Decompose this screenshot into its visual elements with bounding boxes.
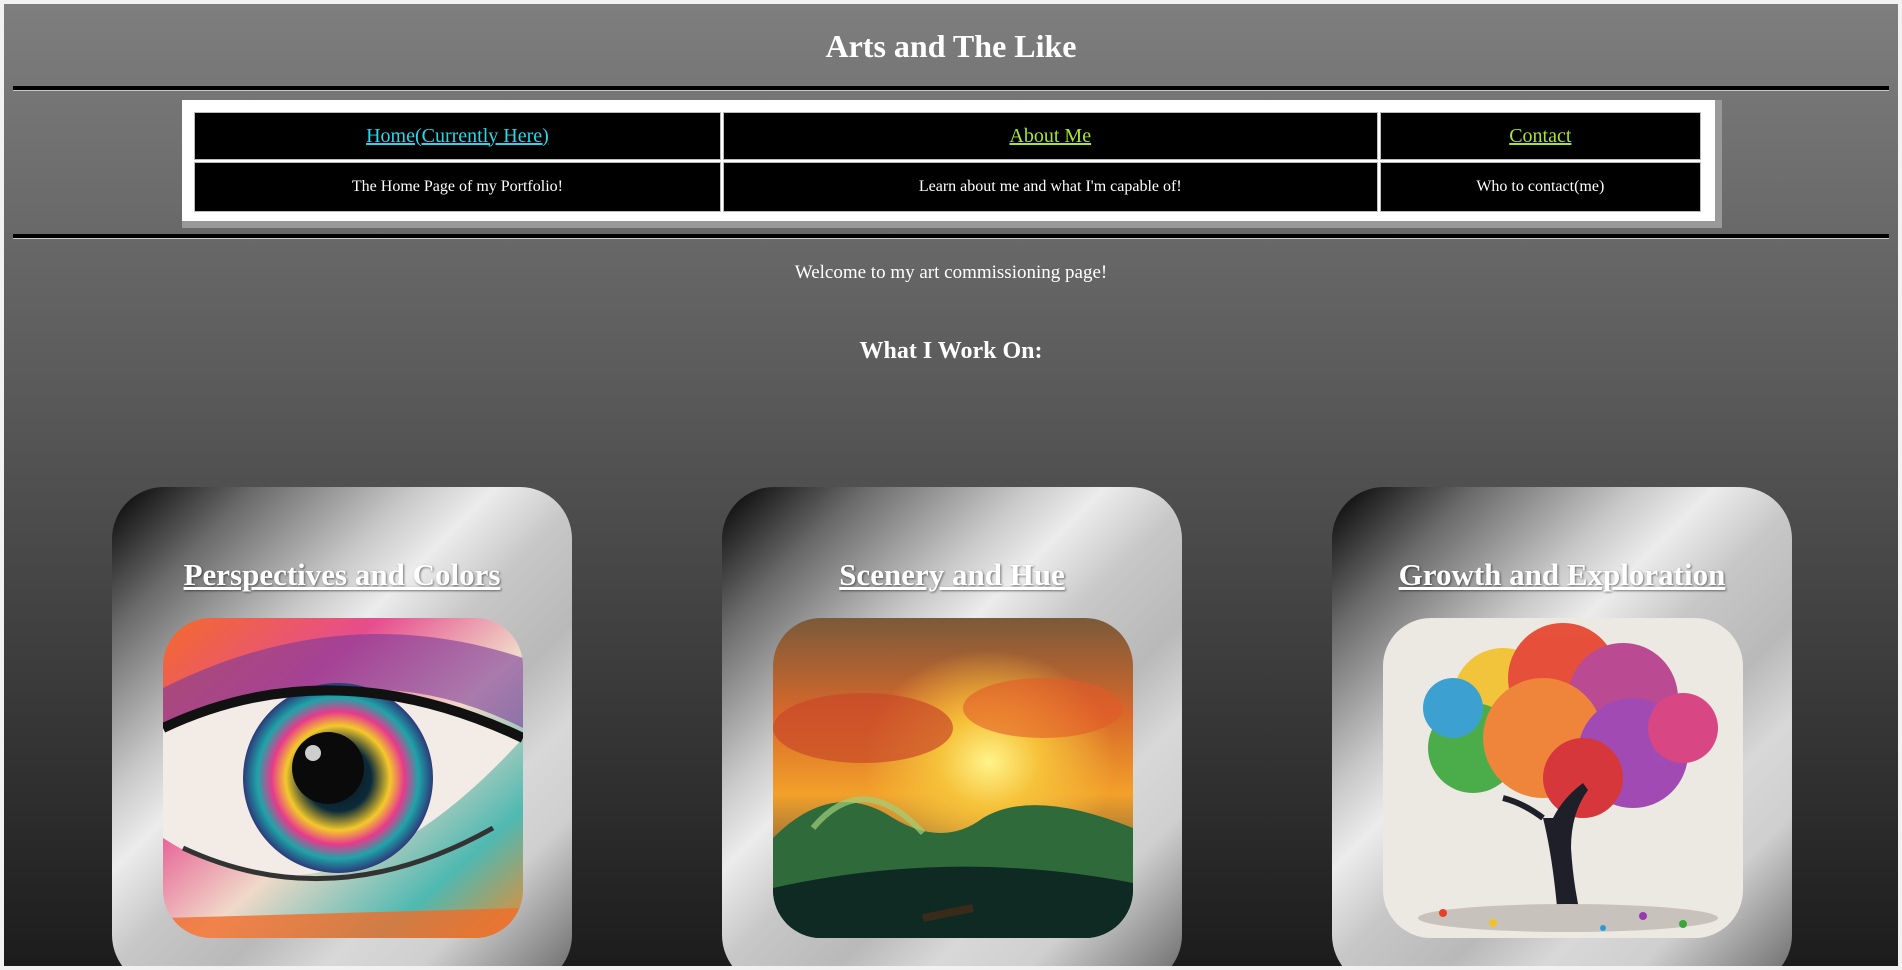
card-growth: Growth and Exploration: [1332, 487, 1792, 966]
nav-link-about[interactable]: About Me: [1009, 125, 1091, 147]
site-title: Arts and The Like: [825, 28, 1077, 64]
nav-description-about: Learn about me and what I'm capable of!: [722, 162, 1378, 212]
nav-description-contact: Who to contact(me): [1379, 162, 1701, 212]
nav-divider: [13, 234, 1889, 239]
stormy-sea-sunset-painting: [773, 618, 1133, 938]
nav-cell-about: About Me: [722, 112, 1378, 160]
nav-table: Home(Currently Here) About Me Contact Th…: [192, 110, 1703, 214]
card-title-link[interactable]: Perspectives and Colors: [112, 557, 572, 593]
nav-menu: Home(Currently Here) About Me Contact Th…: [182, 100, 1722, 228]
nav-description-home: The Home Page of my Portfolio!: [194, 162, 721, 212]
page: Arts and The Like Home(Currently Here) A…: [4, 4, 1898, 966]
section-title: What I Work On:: [859, 338, 1043, 364]
colorful-tree-painting: [1383, 618, 1743, 938]
card-title-link[interactable]: Scenery and Hue: [722, 557, 1182, 593]
card-perspectives: Perspectives and Colors: [112, 487, 572, 966]
card-scenery: Scenery and Hue: [722, 487, 1182, 966]
header-divider: [13, 86, 1889, 91]
nav-link-contact[interactable]: Contact: [1509, 125, 1571, 147]
nav-cell-home: Home(Currently Here): [194, 112, 721, 160]
welcome-text: Welcome to my art commissioning page!: [794, 262, 1108, 283]
nav-cell-contact: Contact: [1379, 112, 1701, 160]
colorful-eye-painting: [163, 618, 523, 938]
nav-link-home[interactable]: Home(Currently Here): [366, 125, 549, 147]
card-title-link[interactable]: Growth and Exploration: [1332, 557, 1792, 593]
